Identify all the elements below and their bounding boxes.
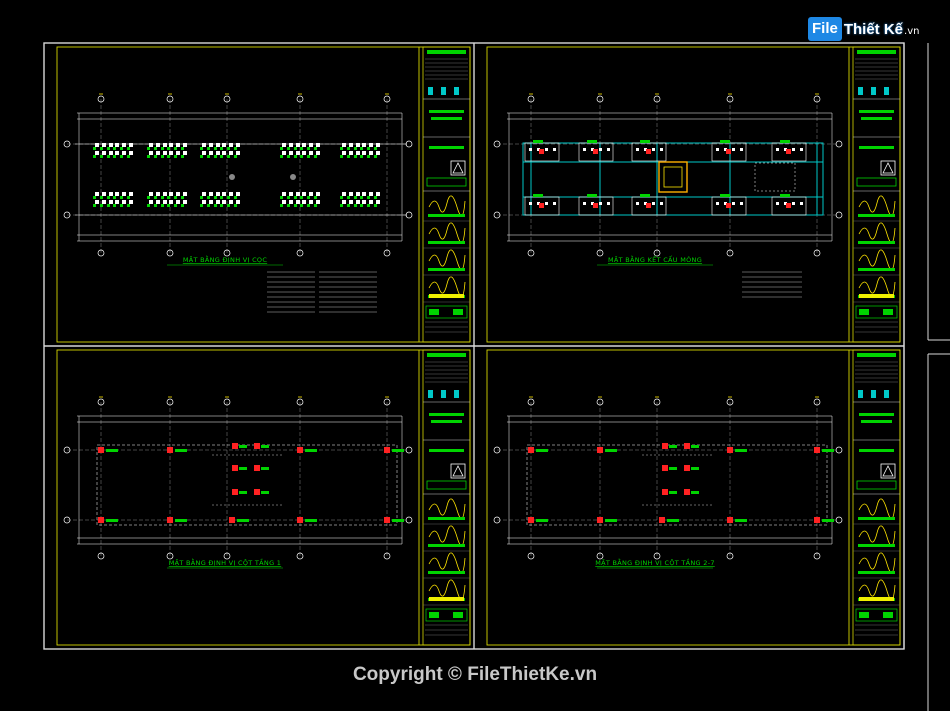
logo-file-box: File xyxy=(808,17,842,41)
drawing-panel-3: MẶT BẰNG ĐỊNH VỊ CỘT TẦNG 1 xyxy=(56,349,471,646)
drawing-title: MẶT BẰNG ĐỊNH VỊ CỘT TẦNG 1 xyxy=(169,557,281,567)
drawing-panel-2: MẶT BẰNG KẾT CẤU MÓNG xyxy=(486,46,901,343)
drawing-panel-4: MẶT BẰNG ĐỊNH VỊ CỘT TẦNG 2-7 xyxy=(486,349,901,646)
cad-drawing-canvas: MẶT BẰNG ĐỊNH VỊ CỌC MẶT BẰNG KẾT CẤU MÓN… xyxy=(43,42,950,711)
drawing-panel-1: MẶT BẰNG ĐỊNH VỊ CỌC xyxy=(56,46,471,343)
drawing-title: MẶT BẰNG KẾT CẤU MÓNG xyxy=(608,254,702,264)
logo-vn-text: .vn xyxy=(904,25,920,37)
copyright-watermark: Copyright © FileThietKe.vn xyxy=(352,664,598,685)
drawing-title: MẶT BẰNG ĐỊNH VỊ CỘT TẦNG 2-7 xyxy=(595,557,715,567)
panel-border xyxy=(486,46,901,343)
panel-border xyxy=(56,349,471,646)
panel-border xyxy=(486,349,901,646)
site-logo: File Thiết Kế .vn xyxy=(808,14,919,44)
logo-thietke-text: Thiết Kế xyxy=(843,20,904,38)
drawing-title: MẶT BẰNG ĐỊNH VỊ CỌC xyxy=(183,254,268,264)
